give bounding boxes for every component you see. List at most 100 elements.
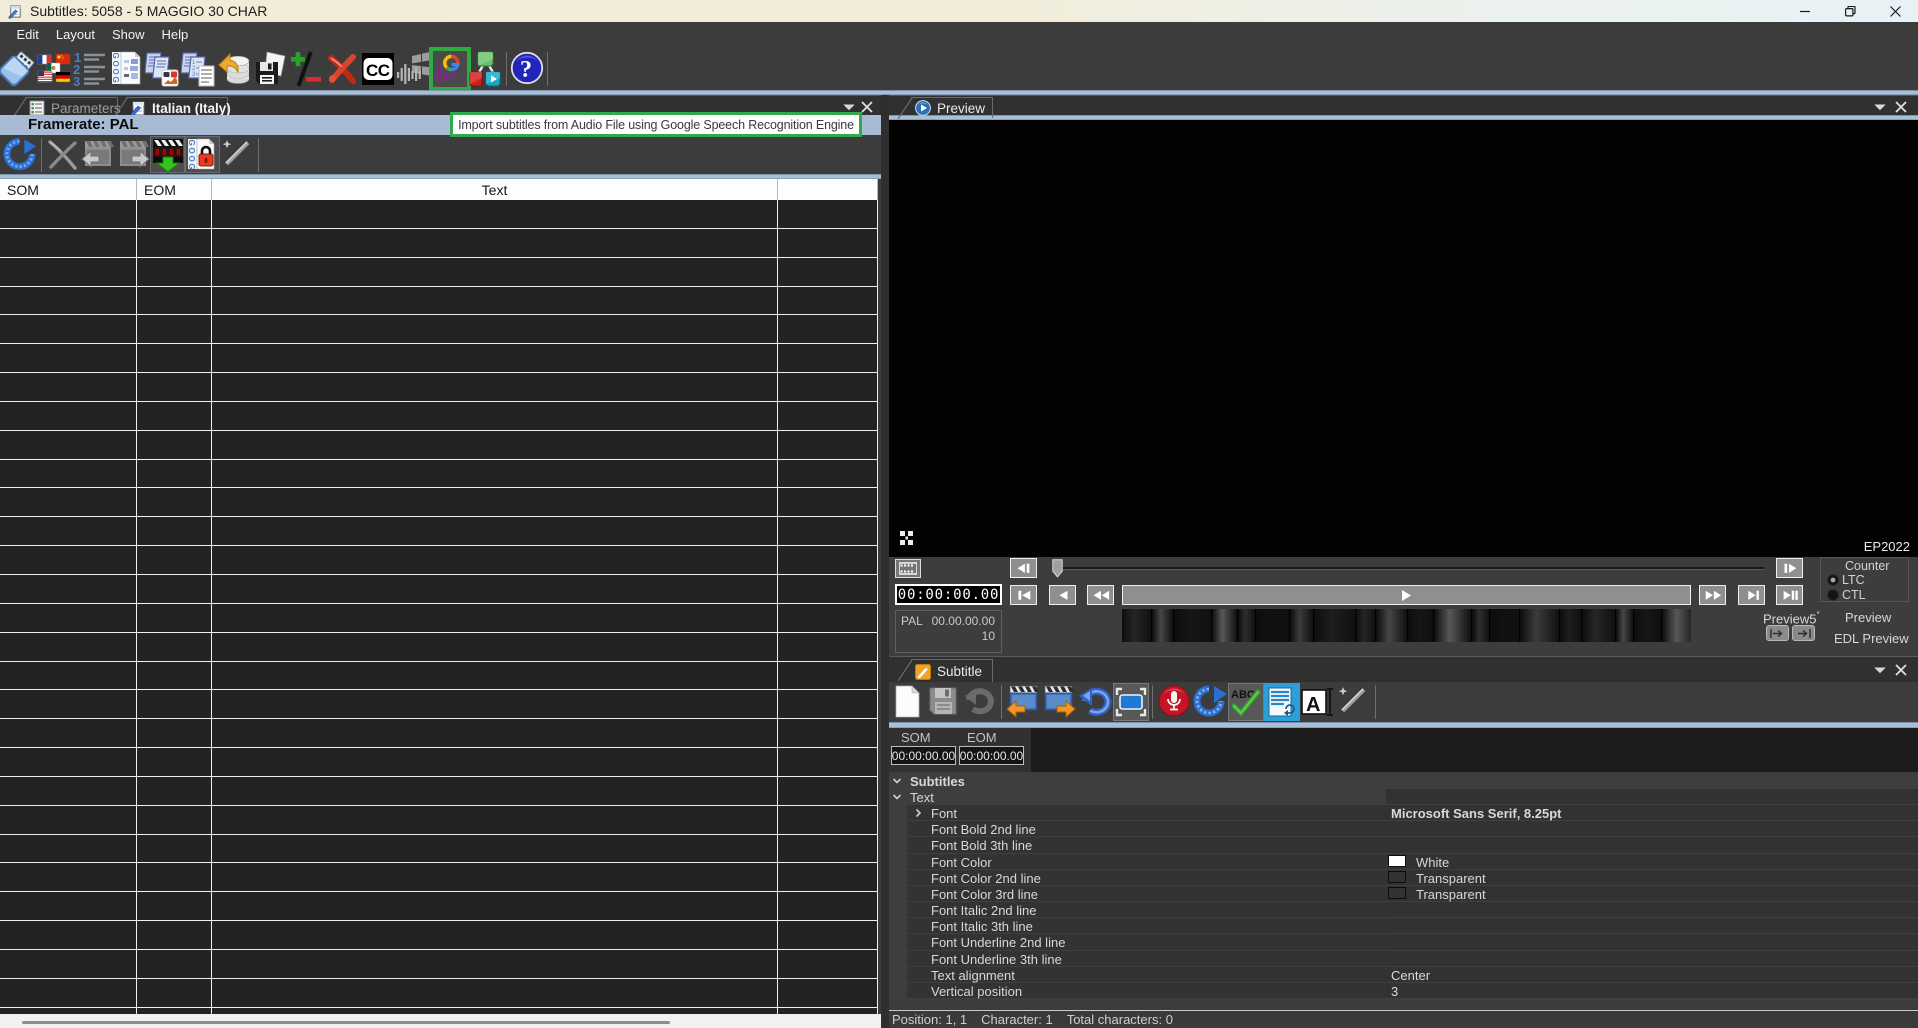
grid-cell[interactable] [212,229,778,257]
table-row[interactable] [0,287,878,316]
fast-forward-button[interactable] [1699,585,1726,605]
grid-cell[interactable] [212,431,778,459]
chevron-right-icon[interactable] [913,808,923,818]
refresh-blue-icon[interactable] [3,136,38,173]
table-row[interactable] [0,229,878,258]
grid-cell[interactable] [137,517,212,545]
grid-cell[interactable] [778,546,878,574]
table-row[interactable] [0,488,878,517]
grid-cell[interactable] [778,777,878,805]
table-row[interactable] [0,748,878,777]
grid-cell[interactable] [137,488,212,516]
subtitle-list-icon[interactable] [1264,683,1300,721]
grid-cell[interactable] [778,604,878,632]
tab-preview[interactable]: Preview [911,97,993,118]
grid-header-extra[interactable] [778,179,878,200]
tree-row-font-bold-3th-line[interactable]: Font Bold 3th line [889,837,1918,853]
restore-button[interactable] [1828,0,1873,22]
grid-cell[interactable] [778,633,878,661]
grid-cell[interactable] [137,950,212,978]
grid-cell[interactable] [0,979,137,1007]
google-doc-lock-icon[interactable]: GOOG [185,136,220,173]
rewind-button[interactable] [1087,585,1114,605]
new-doc-icon[interactable] [890,683,926,721]
grid-cell[interactable] [212,863,778,891]
grid-cell[interactable] [212,690,778,718]
grid-cell[interactable] [0,546,137,574]
grid-cell[interactable] [137,431,212,459]
slider-thumb[interactable] [1052,559,1063,578]
grid-cell[interactable] [137,604,212,632]
table-row[interactable] [0,258,878,287]
grid-cell[interactable] [137,719,212,747]
grid-header-text[interactable]: Text [212,179,778,200]
tree-row-font-color-2nd-line[interactable]: Font Color 2nd lineTransparent [889,870,1918,886]
tree-row-subtitles[interactable]: Subtitles [889,773,1918,789]
grid-cell[interactable] [0,373,137,401]
panel-menu-caret-icon[interactable] [1874,666,1886,674]
chevron-down-icon[interactable] [892,792,902,802]
video-area[interactable]: EP2022 [889,120,1918,557]
som-input[interactable]: 00:00:00.00 [891,746,956,765]
grid-cell[interactable] [212,719,778,747]
table-row[interactable] [0,546,878,575]
tree-row-vertical-position[interactable]: Vertical position3 [889,983,1918,999]
save-disabled-icon[interactable] [926,683,962,721]
grid-cell[interactable] [137,690,212,718]
table-row[interactable] [0,690,878,719]
table-row[interactable] [0,315,878,344]
table-row[interactable] [0,604,878,633]
grid-h-scrollbar[interactable] [0,1014,881,1028]
grid-cell[interactable] [137,344,212,372]
grid-cell[interactable] [0,777,137,805]
grid-cell[interactable] [0,402,137,430]
tree-row-font-underline-2nd-line[interactable]: Font Underline 2nd line [889,934,1918,950]
radio-ltc[interactable]: LTC [1827,573,1865,587]
grid-cell[interactable] [0,863,137,891]
table-row[interactable] [0,373,878,402]
table-row[interactable] [0,662,878,691]
grid-cell[interactable] [778,835,878,863]
table-row[interactable] [0,517,878,546]
magic-wand-icon[interactable] [220,136,255,173]
grid-cell[interactable] [212,546,778,574]
table-row[interactable] [0,921,878,950]
grid-cell[interactable] [0,315,137,343]
copy-subtitle-docs-icon[interactable] [144,50,180,88]
grid-cell[interactable] [212,315,778,343]
grid-cell[interactable] [778,402,878,430]
clapper-import-icon[interactable]: 8888 [150,136,185,173]
panel-menu-caret-icon[interactable] [843,103,855,111]
grid-cell[interactable] [137,402,212,430]
grid-header-som[interactable]: SOM [0,179,137,200]
table-row[interactable] [0,777,878,806]
clapper-prev-icon[interactable] [80,136,115,173]
grid-cell[interactable] [212,287,778,315]
film-thumbnail-bar[interactable] [1122,609,1691,642]
grid-cell[interactable] [778,258,878,286]
step-back-button[interactable] [1010,558,1037,578]
copy-list-docs-icon[interactable]: 123 [180,50,216,88]
add-remove-icon[interactable] [288,50,324,88]
grid-cell[interactable] [778,719,878,747]
grid-cell[interactable] [0,517,137,545]
minimize-button[interactable] [1783,0,1828,22]
grid-cell[interactable] [778,517,878,545]
table-row[interactable] [0,431,878,460]
grid-cell[interactable] [212,373,778,401]
tree-row-font-underline-3th-line[interactable]: Font Underline 3th line [889,951,1918,967]
clapper-next-icon[interactable] [115,136,150,173]
clapper-arrow-left-icon[interactable] [1005,683,1041,721]
grid-cell[interactable] [0,633,137,661]
grid-cell[interactable] [212,979,778,1007]
grid-cell[interactable] [212,402,778,430]
table-row[interactable] [0,344,878,373]
radio-circle[interactable] [1827,574,1839,586]
grid-cell[interactable] [212,950,778,978]
grid-cell[interactable] [778,460,878,488]
grid-cell[interactable] [0,200,137,228]
film-strip-button[interactable] [895,559,921,578]
table-row[interactable] [0,719,878,748]
grid-cell[interactable] [137,979,212,1007]
table-row[interactable] [0,950,878,979]
